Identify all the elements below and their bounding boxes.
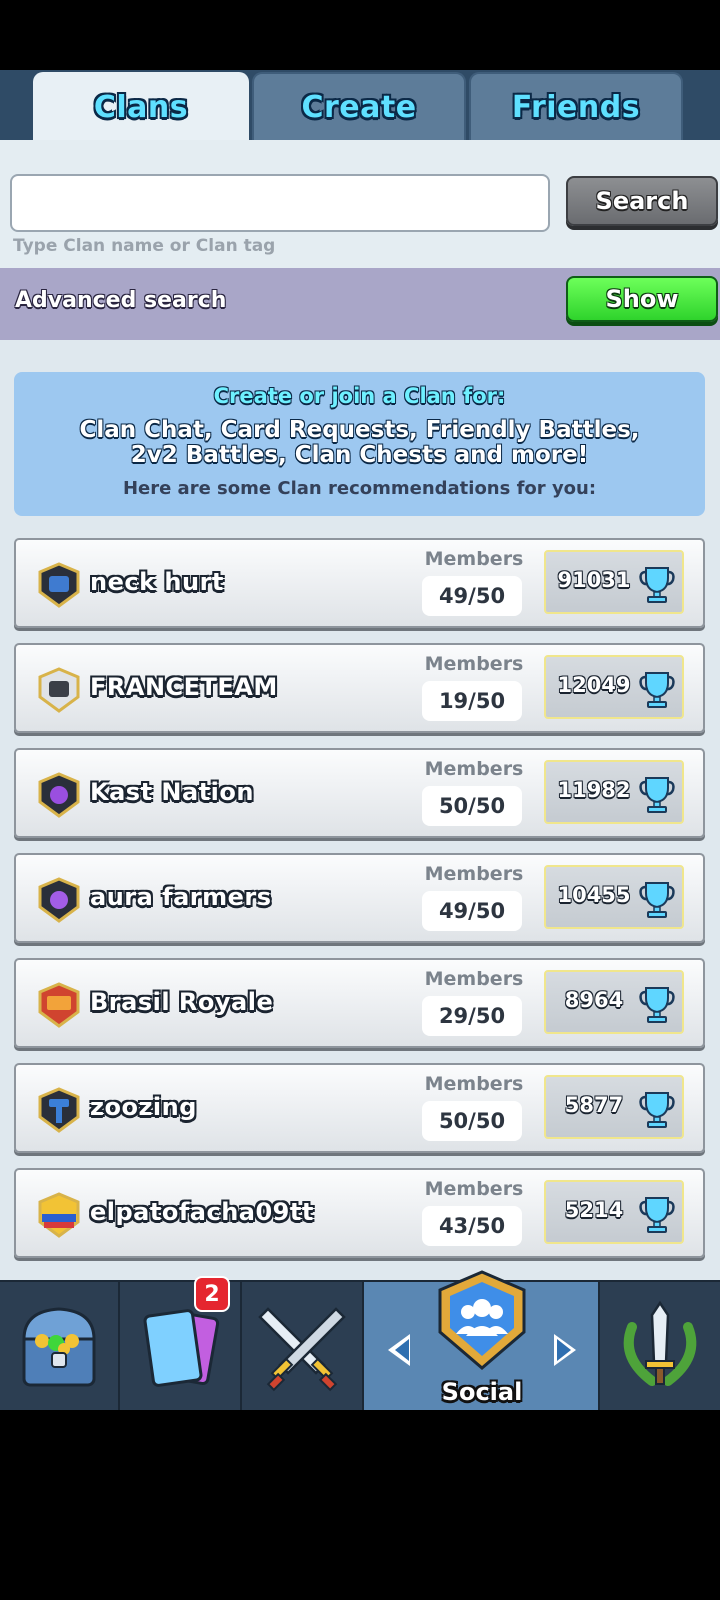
advanced-search-bar: Advanced search Show: [0, 268, 720, 340]
nav-shop[interactable]: [0, 1282, 120, 1410]
tab-bar: Clans Create Friends: [0, 70, 720, 140]
clan-trophies: 10455: [557, 883, 631, 907]
clan-name: zoozing: [90, 1093, 197, 1121]
trophy-icon: [639, 1092, 675, 1128]
members-count: 43/50: [422, 1206, 522, 1246]
info-box: Create or join a Clan for: Clan Chat, Ca…: [14, 372, 705, 516]
search-button[interactable]: Search: [566, 176, 718, 226]
nav-social-label: Social: [441, 1378, 523, 1406]
bottom-nav: 2 Social: [0, 1270, 720, 1410]
clan-badge-icon: [38, 982, 80, 1028]
nav-social[interactable]: Social: [364, 1270, 600, 1410]
tab-clans[interactable]: Clans: [33, 72, 249, 140]
clan-trophies: 5214: [564, 1198, 624, 1222]
trophy-icon: [639, 777, 675, 813]
trophy-box: 5214: [544, 1180, 684, 1244]
members-label: Members: [424, 653, 524, 675]
clan-badge-icon: [38, 877, 80, 923]
advanced-search-label: Advanced search: [15, 288, 227, 313]
clan-trophies: 8964: [564, 988, 624, 1012]
clan-row[interactable]: FRANCETEAM Members 19/50 12049: [14, 643, 705, 733]
trophy-box: 5877: [544, 1075, 684, 1139]
trophy-box: 8964: [544, 970, 684, 1034]
info-body-line: 2v2 Battles, Clan Chests and more!: [130, 442, 589, 468]
info-title: Create or join a Clan for:: [213, 384, 506, 408]
clan-name: Brasil Royale: [90, 988, 274, 1016]
clan-name: aura farmers: [90, 883, 272, 911]
clan-badge-icon: [38, 1087, 80, 1133]
search-hint: Type Clan name or Clan tag: [13, 236, 276, 256]
info-body: Clan Chat, Card Requests, Friendly Battl…: [14, 418, 705, 468]
laurel-sword-icon: [623, 1300, 697, 1386]
nav-events[interactable]: [600, 1282, 720, 1410]
members-label: Members: [424, 1178, 524, 1200]
trophy-box: 12049: [544, 655, 684, 719]
clan-row[interactable]: elpatofacha09tt Members 43/50 5214: [14, 1168, 705, 1258]
clan-name: neck hurt: [90, 568, 224, 596]
arrow-right-inner: [557, 1339, 571, 1361]
members-count: 19/50: [422, 681, 522, 721]
clan-name: FRANCETEAM: [90, 673, 278, 701]
clan-row[interactable]: Brasil Royale Members 29/50 8964: [14, 958, 705, 1048]
trophy-box: 11982: [544, 760, 684, 824]
trophy-box: 10455: [544, 865, 684, 929]
members-label: Members: [424, 863, 524, 885]
clan-row[interactable]: neck hurt Members 49/50 91031: [14, 538, 705, 628]
notification-badge: 2: [194, 1276, 230, 1312]
members-count: 29/50: [422, 996, 522, 1036]
trophy-box: 91031: [544, 550, 684, 614]
clan-list: neck hurt Members 49/50 91031 FRANCETEAM: [14, 538, 705, 1273]
clan-row[interactable]: Kast Nation Members 50/50 11982: [14, 748, 705, 838]
members-label: Members: [424, 1073, 524, 1095]
trophy-icon: [639, 672, 675, 708]
clan-badge-icon: [38, 562, 80, 608]
info-body-line: Clan Chat, Card Requests, Friendly Battl…: [79, 417, 640, 443]
nav-cards[interactable]: 2: [120, 1276, 242, 1410]
clans-screen: Clans Create Friends Type Clan name or C…: [0, 70, 720, 1410]
trophy-icon: [639, 987, 675, 1023]
members-label: Members: [424, 968, 524, 990]
clan-row[interactable]: zoozing Members 50/50 5877: [14, 1063, 705, 1153]
chest-icon: [22, 1307, 96, 1387]
clan-badge-icon: [38, 772, 80, 818]
clan-trophies: 11982: [557, 778, 631, 802]
clan-search-input[interactable]: [10, 174, 550, 232]
clan-badge-icon: [38, 1192, 80, 1238]
status-bar: [0, 0, 720, 70]
members-count: 49/50: [422, 576, 522, 616]
crossed-swords-icon: [258, 1307, 346, 1392]
members-label: Members: [424, 758, 524, 780]
trophy-icon: [639, 567, 675, 603]
clan-badge-icon: [38, 667, 80, 713]
info-footer: Here are some Clan recommendations for y…: [122, 478, 597, 499]
trophy-icon: [639, 1197, 675, 1233]
trophy-icon: [639, 882, 675, 918]
social-icon: [438, 1270, 526, 1370]
clan-trophies: 5877: [564, 1093, 624, 1117]
clan-trophies: 91031: [557, 568, 631, 592]
cards-icon: [143, 1309, 220, 1387]
system-nav-area: [0, 1410, 720, 1600]
clan-name: elpatofacha09tt: [90, 1198, 314, 1226]
members-count: 50/50: [422, 786, 522, 826]
tab-create[interactable]: Create: [252, 72, 466, 140]
nav-battle[interactable]: [242, 1282, 364, 1410]
members-label: Members: [424, 548, 524, 570]
clan-name: Kast Nation: [90, 778, 254, 806]
tab-friends[interactable]: Friends: [469, 72, 683, 140]
members-count: 49/50: [422, 891, 522, 931]
show-advanced-button[interactable]: Show: [566, 276, 718, 322]
arrow-left-inner: [395, 1339, 409, 1361]
clan-trophies: 12049: [557, 673, 631, 697]
clan-row[interactable]: aura farmers Members 49/50 10455: [14, 853, 705, 943]
members-count: 50/50: [422, 1101, 522, 1141]
